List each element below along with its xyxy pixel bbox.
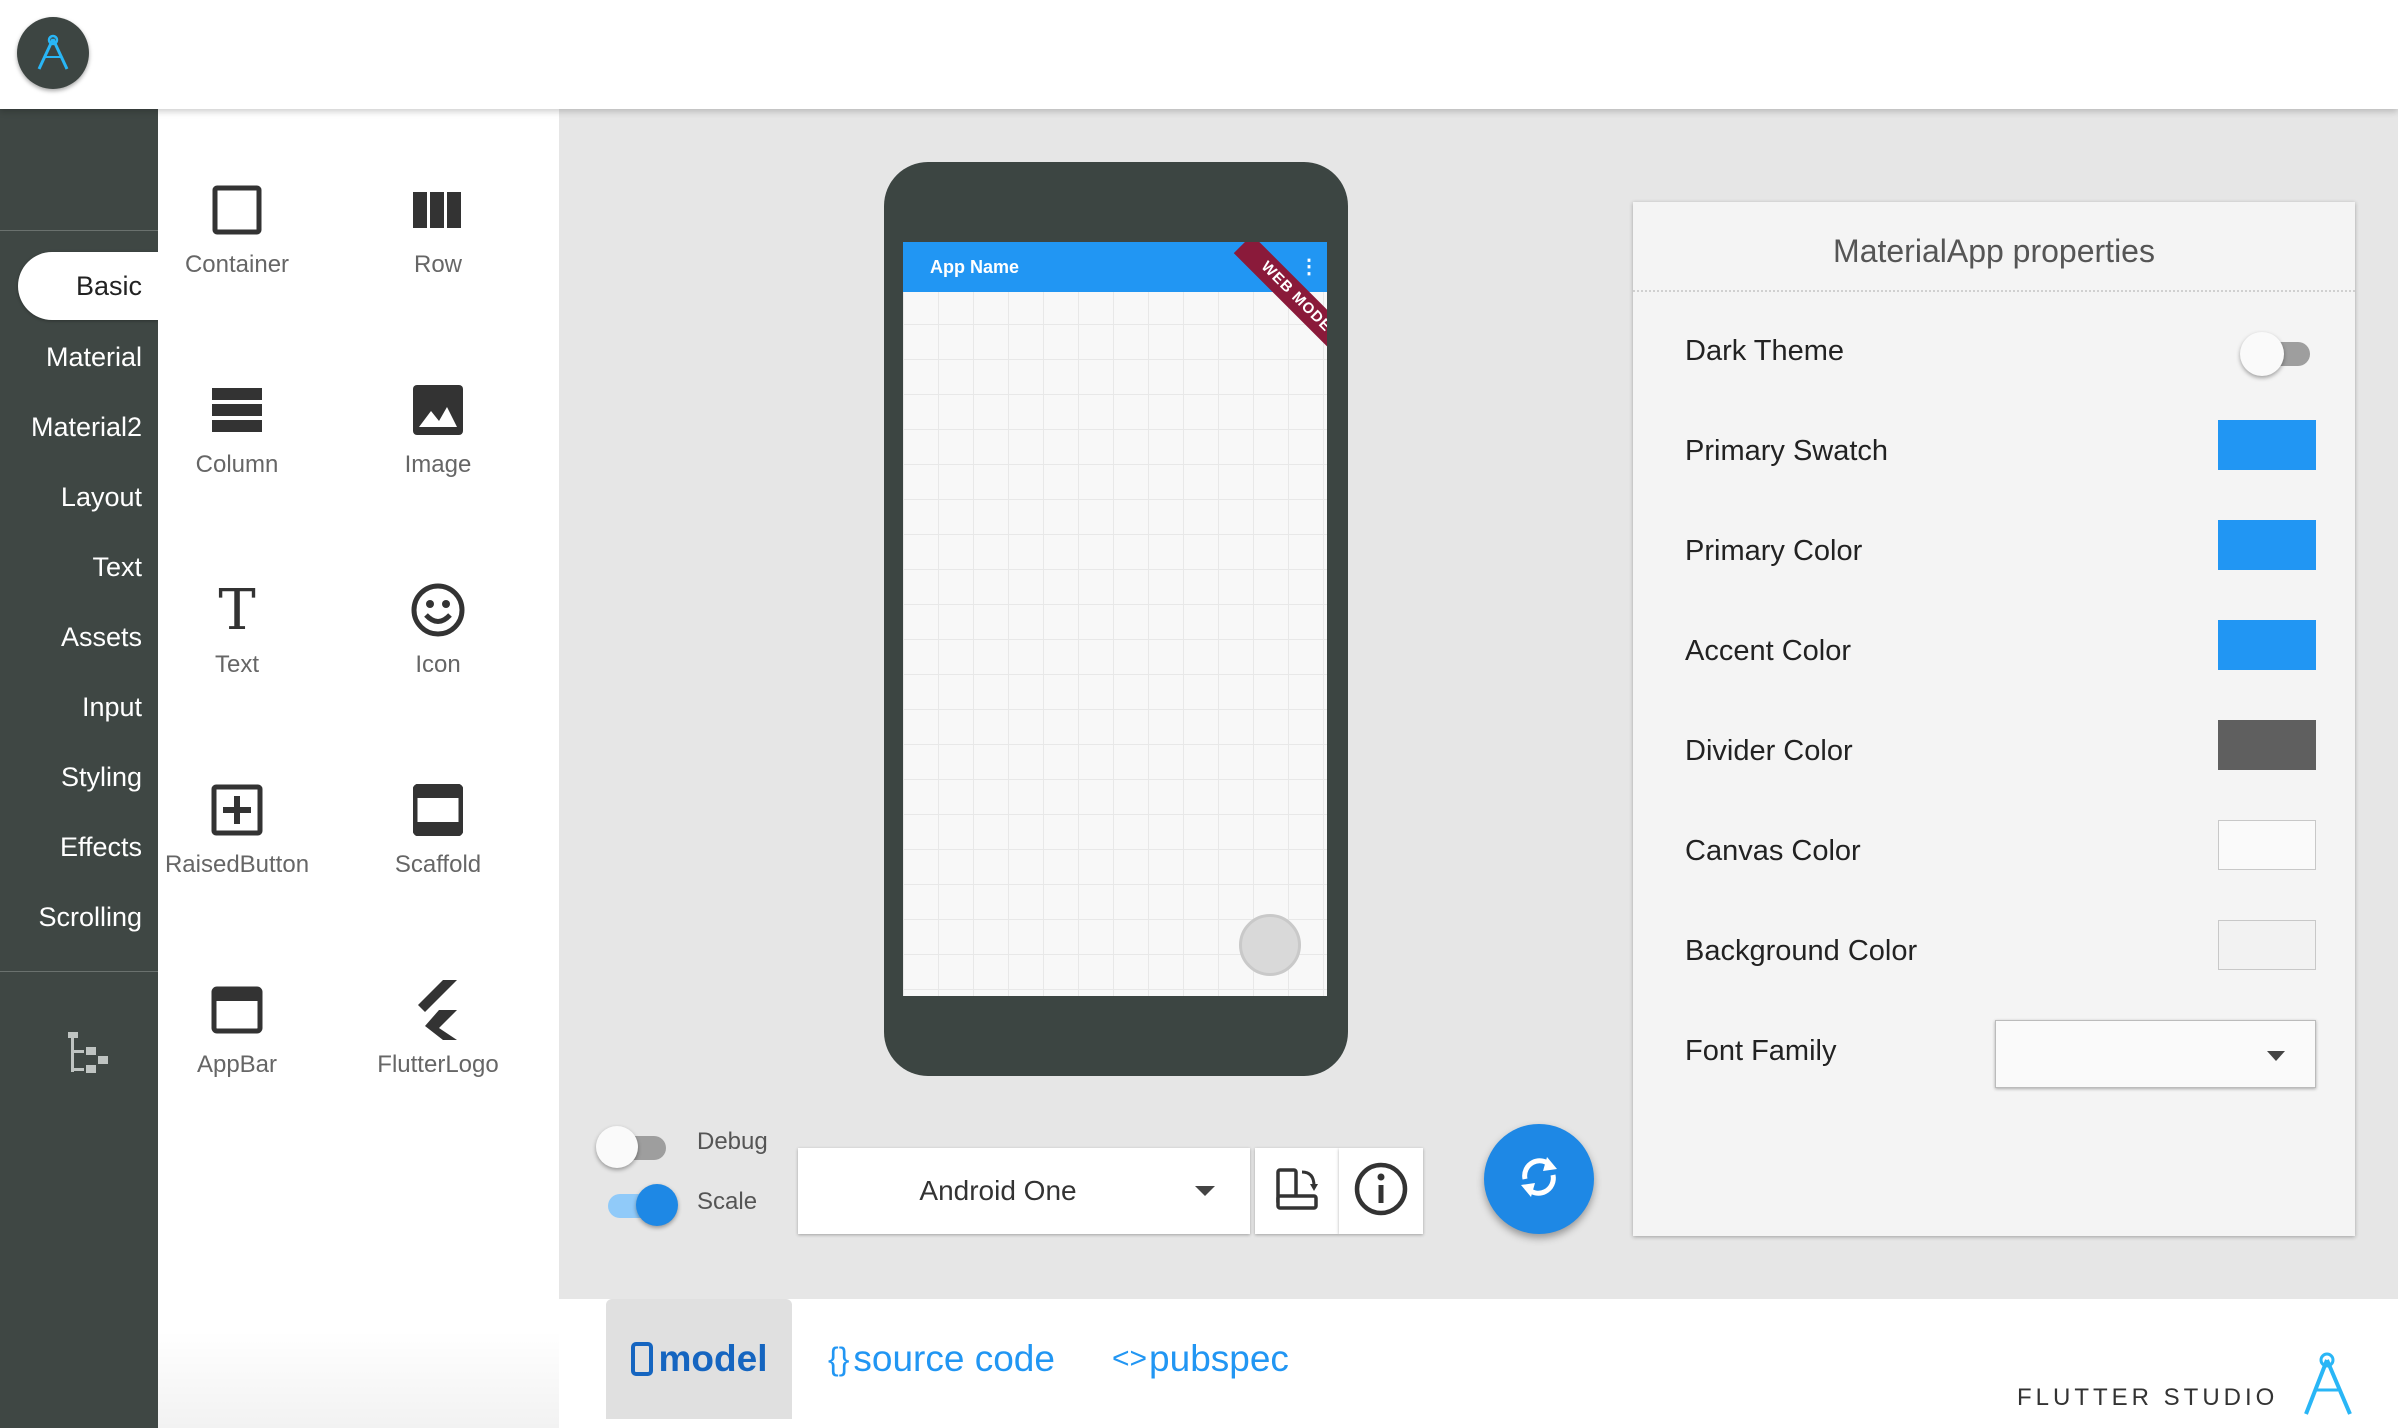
- accent-color-picker[interactable]: [2218, 620, 2316, 670]
- scaffold-icon: [338, 775, 538, 845]
- tab-pubspec[interactable]: <> pubspec: [1112, 1299, 1289, 1419]
- category-scrolling[interactable]: Scrolling: [0, 900, 142, 934]
- widget-label: Column: [195, 451, 279, 478]
- dark-theme-label: Dark Theme: [1685, 335, 1845, 367]
- widget-container[interactable]: Container: [137, 175, 337, 279]
- tab-model[interactable]: model: [606, 1299, 792, 1419]
- preview-app-name: App Name: [930, 257, 1020, 277]
- code-icon: <>: [1112, 1342, 1148, 1375]
- font-family-dropdown[interactable]: [1995, 1020, 2316, 1088]
- divider-color-picker[interactable]: [2218, 720, 2316, 770]
- widget-column[interactable]: Column: [137, 375, 337, 479]
- properties-title: MaterialApp properties: [1633, 202, 2355, 292]
- primary-color-label: Primary Color: [1685, 535, 1863, 567]
- device-dropdown[interactable]: Android One: [798, 1148, 1250, 1234]
- category-material2[interactable]: Material2: [0, 410, 142, 444]
- braces-icon: {}: [828, 1340, 850, 1377]
- rotate-device-button[interactable]: [1255, 1148, 1339, 1234]
- widget-tree-icon[interactable]: [64, 1030, 110, 1083]
- brand-name: FLUTTER STUDIO: [2017, 1384, 2279, 1411]
- category-styling[interactable]: Styling: [0, 760, 142, 794]
- container-icon: [137, 175, 337, 245]
- text-icon: T: [218, 577, 256, 643]
- flutter-logo-icon: [338, 975, 538, 1045]
- widget-label: Container: [184, 251, 290, 278]
- category-effects[interactable]: Effects: [0, 830, 142, 864]
- top-header: [0, 0, 2398, 109]
- chevron-down-icon: [1195, 1186, 1215, 1196]
- flutter-studio-logo-icon[interactable]: [17, 17, 89, 89]
- widget-label: Row: [413, 251, 462, 278]
- category-text[interactable]: Text: [0, 550, 142, 584]
- widget-label: FlutterLogo: [377, 1051, 499, 1078]
- widget-appbar[interactable]: AppBar: [137, 975, 337, 1079]
- primary-color-picker[interactable]: [2218, 520, 2316, 570]
- tab-model-label: model: [658, 1338, 768, 1379]
- primary-swatch-label: Primary Swatch: [1685, 435, 1889, 467]
- preview-fab[interactable]: [1239, 914, 1301, 976]
- refresh-icon: [1511, 1149, 1567, 1210]
- widget-row[interactable]: Row: [338, 175, 538, 279]
- background-color-picker[interactable]: [2218, 920, 2316, 970]
- device-value: Android One: [919, 1175, 1077, 1206]
- appbar-icon: [137, 975, 337, 1045]
- font-family-label: Font Family: [1685, 1035, 1837, 1067]
- primary-swatch-picker[interactable]: [2218, 420, 2316, 470]
- info-button[interactable]: [1339, 1148, 1423, 1234]
- category-layout[interactable]: Layout: [0, 480, 142, 514]
- widget-label: Icon: [415, 651, 461, 678]
- properties-panel: MaterialApp properties Dark Theme Primar…: [1633, 202, 2355, 1236]
- scale-label: Scale: [697, 1188, 758, 1215]
- image-icon: [338, 375, 538, 445]
- row-icon: [338, 175, 538, 245]
- widget-label: Text: [214, 651, 259, 678]
- phone-icon: [630, 1342, 653, 1376]
- widget-flutterlogo[interactable]: FlutterLogo: [338, 975, 538, 1079]
- flutter-studio-logo-icon: [2300, 1350, 2354, 1421]
- rotate-device-icon: [1272, 1164, 1322, 1219]
- debug-toggle[interactable]: [596, 1126, 676, 1168]
- divider-color-label: Divider Color: [1685, 735, 1853, 767]
- debug-label: Debug: [697, 1128, 768, 1155]
- accent-color-label: Accent Color: [1685, 635, 1852, 667]
- sidebar-divider: [0, 971, 158, 972]
- widget-scaffold[interactable]: Scaffold: [338, 775, 538, 879]
- widget-text[interactable]: T Text: [137, 575, 337, 679]
- palette-shadow: [158, 1330, 559, 1428]
- column-icon: [137, 375, 337, 445]
- category-material[interactable]: Material: [0, 340, 142, 374]
- widget-label: Image: [404, 451, 472, 478]
- tab-source-code[interactable]: {} source code: [828, 1299, 1055, 1419]
- widget-label: RaisedButton: [164, 851, 310, 878]
- widget-icon[interactable]: Icon: [338, 575, 538, 679]
- smiley-icon: [338, 575, 538, 645]
- category-input[interactable]: Input: [0, 690, 142, 724]
- phone-screen[interactable]: App Name ⋮ WEB MODE: [903, 242, 1327, 996]
- chevron-down-icon: [2267, 1051, 2285, 1061]
- category-assets[interactable]: Assets: [0, 620, 142, 654]
- tab-source-code-label: source code: [853, 1338, 1055, 1379]
- info-icon: [1353, 1161, 1409, 1222]
- refresh-button[interactable]: [1484, 1124, 1594, 1234]
- widget-raisedbutton[interactable]: RaisedButton: [137, 775, 337, 879]
- canvas-color-picker[interactable]: [2218, 820, 2316, 870]
- widget-palette: [158, 109, 559, 1428]
- widget-label: AppBar: [196, 1051, 278, 1078]
- add-box-icon: [137, 775, 337, 845]
- sidebar-divider: [0, 230, 158, 231]
- widget-label: Scaffold: [394, 851, 482, 878]
- scale-toggle[interactable]: [600, 1184, 680, 1226]
- widget-image[interactable]: Image: [338, 375, 538, 479]
- tab-pubspec-label: pubspec: [1149, 1338, 1289, 1379]
- dark-theme-toggle[interactable]: [2230, 330, 2320, 376]
- canvas-color-label: Canvas Color: [1685, 835, 1861, 867]
- background-color-label: Background Color: [1685, 935, 1918, 967]
